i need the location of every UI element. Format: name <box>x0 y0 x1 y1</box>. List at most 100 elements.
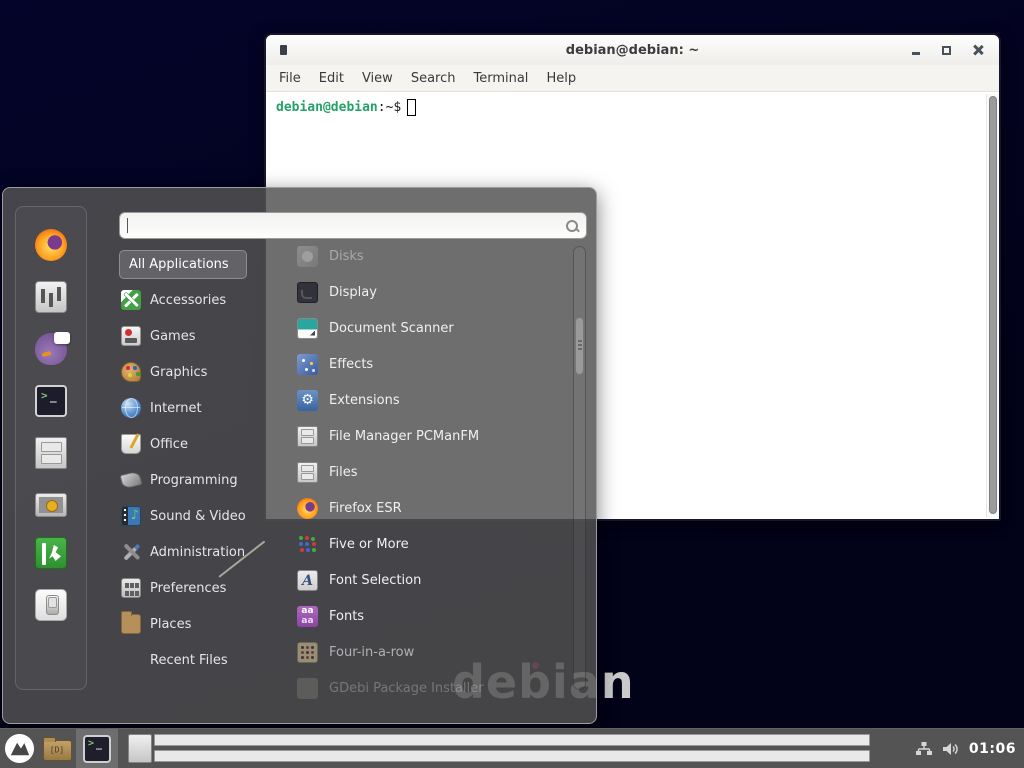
programming-icon <box>120 471 143 490</box>
terminal-icon[interactable] <box>35 385 67 417</box>
maximize-icon[interactable] <box>942 46 951 55</box>
menu-help[interactable]: Help <box>537 71 585 86</box>
application-menu: All Applications Accessories Games Graph… <box>2 187 597 724</box>
category-label: Office <box>150 437 188 452</box>
app-item-font-selection[interactable]: Font Selection <box>265 562 565 598</box>
app-item-label: Font Selection <box>329 573 421 588</box>
file-manager-icon[interactable] <box>35 437 67 469</box>
category-list: Accessories Games Graphics Internet Offi… <box>119 282 265 678</box>
internet-icon <box>121 398 141 418</box>
app-item-files[interactable]: Files <box>265 454 565 490</box>
disks-icon <box>297 246 318 267</box>
file-manager-taskbar-button[interactable] <box>118 729 162 768</box>
pidgin-icon[interactable] <box>35 333 67 365</box>
no-icon <box>121 650 141 670</box>
terminal-titlebar[interactable]: debian@debian: ~ <box>266 35 999 65</box>
terminal-title: debian@debian: ~ <box>566 43 699 58</box>
application-list: Disks Display Document Scanner Effects E… <box>265 238 565 706</box>
terminal-taskbar-button[interactable] <box>76 729 118 768</box>
menu-scrollbar-thumb[interactable] <box>575 317 584 375</box>
app-item-four-in-a-row[interactable]: Four-in-a-row <box>265 634 565 670</box>
menu-scrollbar-track[interactable] <box>573 246 586 690</box>
category-graphics[interactable]: Graphics <box>119 354 265 390</box>
app-item-fonts[interactable]: Fonts <box>265 598 565 634</box>
app-item-five-or-more[interactable]: Five or More <box>265 526 565 562</box>
search-input[interactable] <box>128 218 565 233</box>
category-sound-video[interactable]: Sound & Video <box>119 498 265 534</box>
minimize-icon[interactable] <box>912 52 920 55</box>
logout-icon[interactable] <box>35 537 67 569</box>
category-internet[interactable]: Internet <box>119 390 265 426</box>
accessories-icon <box>121 290 141 310</box>
app-item-firefox-esr[interactable]: Firefox ESR <box>265 490 565 526</box>
prompt-suffix: :~$ <box>378 100 401 115</box>
category-label: Sound & Video <box>150 509 246 524</box>
category-all-applications[interactable]: All Applications <box>119 250 247 279</box>
app-item-effects[interactable]: Effects <box>265 346 565 382</box>
app-item-disks[interactable]: Disks <box>265 238 565 274</box>
firefox-icon[interactable] <box>35 229 67 261</box>
app-item-document-scanner[interactable]: Document Scanner <box>265 310 565 346</box>
app-item-gdebi-package-installer[interactable]: GDebi Package Installer <box>265 670 565 706</box>
app-item-label: Effects <box>329 357 373 372</box>
volume-icon[interactable] <box>942 741 960 757</box>
file-manager-icon <box>128 734 152 763</box>
category-label: Administration <box>150 545 245 560</box>
app-item-label: Document Scanner <box>329 321 454 336</box>
terminal-scrollbar-thumb[interactable] <box>989 96 997 514</box>
effects-icon <box>297 354 318 375</box>
games-icon <box>121 326 141 346</box>
category-label: Graphics <box>150 365 207 380</box>
extensions-icon <box>297 390 318 411</box>
font-selection-icon <box>297 570 318 591</box>
menu-edit[interactable]: Edit <box>310 71 353 86</box>
app-item-file-manager-pcmanfm[interactable]: File Manager PCManFM <box>265 418 565 454</box>
network-icon[interactable] <box>915 741 933 757</box>
app-item-label: File Manager PCManFM <box>329 429 479 444</box>
display-icon <box>297 282 318 303</box>
places-icon <box>121 614 141 634</box>
menu-logo-icon <box>4 733 35 764</box>
terminal-window-icon <box>280 45 287 55</box>
window-controls <box>912 35 983 65</box>
category-places[interactable]: Places <box>119 606 265 642</box>
category-recent-files[interactable]: Recent Files <box>119 642 265 678</box>
menu-file[interactable]: File <box>270 71 310 86</box>
preferences-icon <box>121 578 141 598</box>
category-accessories[interactable]: Accessories <box>119 282 265 318</box>
sound-video-icon <box>121 506 141 526</box>
category-label: Recent Files <box>150 653 228 668</box>
desktop-folder-button[interactable] <box>38 729 76 768</box>
category-preferences[interactable]: Preferences <box>119 570 265 606</box>
menu-view[interactable]: View <box>353 71 402 86</box>
app-item-label: GDebi Package Installer <box>329 681 484 696</box>
app-item-label: Display <box>329 285 377 300</box>
document-scanner-icon <box>297 318 318 339</box>
menu-button[interactable] <box>0 729 38 768</box>
app-item-label: Extensions <box>329 393 400 408</box>
category-programming[interactable]: Programming <box>119 462 265 498</box>
lock-screen-icon[interactable] <box>35 493 67 517</box>
file-manager-icon <box>297 426 318 447</box>
terminal-scrollbar-track[interactable] <box>986 94 999 517</box>
category-administration[interactable]: Administration <box>119 534 265 570</box>
favorites-sidebar <box>15 206 87 690</box>
category-games[interactable]: Games <box>119 318 265 354</box>
category-office[interactable]: Office <box>119 426 265 462</box>
shutdown-icon[interactable] <box>35 589 67 621</box>
close-icon[interactable] <box>973 45 983 55</box>
prompt-user-host: debian@debian <box>276 100 378 115</box>
clock[interactable]: 01:06 <box>969 741 1016 757</box>
menu-search[interactable]: Search <box>402 71 465 86</box>
menu-search-box[interactable] <box>119 212 587 239</box>
control-center-icon[interactable] <box>35 281 67 313</box>
app-item-display[interactable]: Display <box>265 274 565 310</box>
menu-terminal[interactable]: Terminal <box>464 71 537 86</box>
terminal-icon <box>83 735 111 763</box>
category-label: Accessories <box>150 293 226 308</box>
category-label: Places <box>150 617 191 632</box>
app-item-label: Firefox ESR <box>329 501 402 516</box>
taskbar: 01:06 <box>0 728 1024 768</box>
app-item-extensions[interactable]: Extensions <box>265 382 565 418</box>
all-applications-label: All Applications <box>129 257 229 272</box>
